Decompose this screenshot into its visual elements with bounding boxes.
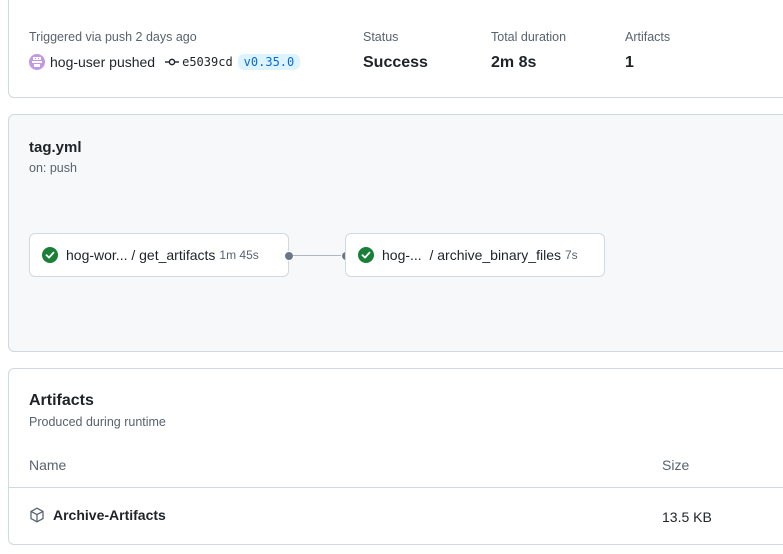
success-check-icon xyxy=(358,247,374,263)
run-summary-card: Triggered via push 2 days ago hog-user p… xyxy=(8,0,783,98)
user-avatar[interactable] xyxy=(29,54,45,70)
workflow-file-name[interactable]: tag.yml xyxy=(29,139,82,156)
duration-value: 2m 8s xyxy=(491,54,537,71)
package-icon xyxy=(29,507,45,523)
job-connector-line xyxy=(293,255,345,256)
artifacts-count-label: Artifacts xyxy=(625,30,671,44)
job-duration: 1m 45s xyxy=(219,248,259,262)
job-archive-binary-files[interactable]: hog-... / archive_binary_files 7s xyxy=(345,233,605,277)
artifact-size: 13.5 KB xyxy=(662,509,712,525)
job-get-artifacts[interactable]: hog-wor... / get_artifacts 1m 45s xyxy=(29,233,289,277)
artifact-download-link[interactable]: Archive-Artifacts xyxy=(53,507,166,523)
commit-sha-link[interactable]: e5039cd xyxy=(182,55,233,69)
status-label: Status xyxy=(363,30,399,44)
success-check-icon xyxy=(42,247,58,263)
artifacts-card: Artifacts Produced during runtime Name S… xyxy=(8,368,783,545)
workflow-graph-card: tag.yml on: push hog-wor... / get_artifa… xyxy=(8,114,783,352)
artifacts-title: Artifacts xyxy=(29,392,94,409)
duration-label: Total duration xyxy=(491,30,567,44)
identicon-icon xyxy=(32,57,42,67)
job-name: hog-... / archive_binary_files xyxy=(382,247,561,263)
job-output-dot xyxy=(284,251,294,261)
trigger-label: Triggered via push 2 days ago xyxy=(29,30,197,44)
trigger-details: hog-user pushed e5039cd v0.35.0 xyxy=(29,54,301,70)
column-header-name: Name xyxy=(29,457,67,473)
job-duration: 7s xyxy=(564,248,578,262)
table-divider xyxy=(9,487,783,488)
artifacts-subtitle: Produced during runtime xyxy=(29,415,166,429)
workflow-trigger: on: push xyxy=(29,161,77,175)
column-header-size: Size xyxy=(662,457,690,473)
table-row: Archive-Artifacts xyxy=(29,507,166,523)
artifacts-count-value[interactable]: 1 xyxy=(625,54,634,72)
git-commit-icon xyxy=(165,55,180,69)
status-value: Success xyxy=(363,54,428,71)
pushed-by-user[interactable]: hog-user pushed xyxy=(50,54,155,70)
job-name: hog-wor... / get_artifacts xyxy=(66,247,216,263)
tag-badge[interactable]: v0.35.0 xyxy=(237,54,301,70)
